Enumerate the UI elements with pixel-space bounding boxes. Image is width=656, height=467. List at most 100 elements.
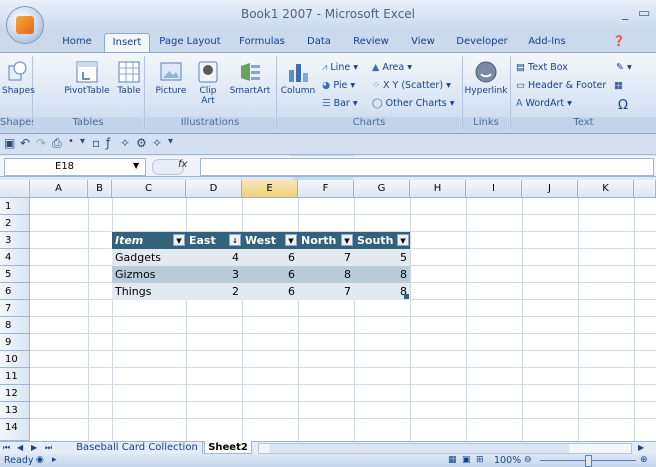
row-header-13[interactable]: 13 (0, 402, 30, 419)
smartart-button[interactable]: SmartArt (228, 60, 272, 96)
qat-fx-icon[interactable]: ƒ (106, 136, 110, 150)
tab-data[interactable]: Data (302, 36, 336, 52)
insert-function-icon[interactable]: fx (178, 159, 187, 170)
column-header-i[interactable]: I (466, 180, 522, 198)
row-header-12[interactable]: 12 (0, 385, 30, 402)
formula-input[interactable] (200, 158, 654, 176)
shapes-button[interactable]: Shapes (2, 60, 35, 96)
tab-add-ins[interactable]: Add-Ins (524, 36, 570, 52)
table-cell[interactable]: 6 (242, 266, 298, 283)
tab-insert[interactable]: Insert (104, 33, 150, 53)
table-header-item[interactable]: Item ▼ (112, 232, 186, 249)
column-chart-button[interactable]: Column (278, 60, 318, 96)
column-header-d[interactable]: D (186, 180, 242, 198)
column-header-c[interactable]: C (112, 180, 186, 198)
normal-view-icon[interactable]: ▦ (448, 455, 457, 465)
object-button[interactable]: ▦ (614, 80, 623, 91)
row-header-10[interactable]: 10 (0, 351, 30, 368)
symbol-button[interactable]: Ω (618, 98, 628, 113)
table-cell[interactable]: 4 (186, 249, 242, 266)
first-sheet-icon[interactable]: ⏮ (3, 441, 10, 454)
column-header-h[interactable]: H (410, 180, 466, 198)
row-header-14[interactable]: 14 (0, 419, 30, 441)
hyperlink-button[interactable]: Hyperlink (464, 60, 508, 96)
column-header-k[interactable]: K (578, 180, 634, 198)
pie-chart-button[interactable]: ◕ Pie ▾ (322, 80, 355, 91)
table-header-west[interactable]: West ▼ (242, 232, 298, 249)
sheet-tab-sheet2[interactable]: Sheet2 (204, 441, 252, 454)
table-cell[interactable]: 8 (298, 266, 354, 283)
bar-chart-button[interactable]: ☰ Bar ▾ (322, 98, 358, 109)
macro-record-icon[interactable]: ◉ (36, 455, 44, 465)
column-header-j[interactable]: J (522, 180, 578, 198)
office-button[interactable] (6, 6, 44, 44)
undo-icon[interactable]: ↶ (20, 136, 30, 150)
other-charts-button[interactable]: ◯ Other Charts ▾ (372, 98, 455, 109)
filter-dropdown-icon[interactable]: ▼ (397, 234, 409, 246)
row-header-1[interactable]: 1 (0, 198, 30, 215)
scatter-chart-button[interactable]: ⁘ X Y (Scatter) ▾ (372, 80, 451, 91)
qat-tool-icon-1[interactable]: ⎙ (52, 136, 62, 151)
table-cell[interactable]: 7 (298, 283, 354, 300)
redo-icon[interactable]: ↷ (36, 136, 46, 150)
scrollbar-thumb[interactable] (269, 444, 569, 453)
tab-review[interactable]: Review (350, 36, 392, 52)
column-header-f[interactable]: F (298, 180, 354, 198)
tab-page-layout[interactable]: Page Layout (158, 36, 222, 52)
next-sheet-icon[interactable]: ▶ (31, 441, 37, 454)
column-header-g[interactable]: G (354, 180, 410, 198)
tab-home[interactable]: Home (58, 36, 96, 52)
prev-sheet-icon[interactable]: ◀ (17, 441, 23, 454)
page-break-view-icon[interactable]: ⊞ (476, 455, 484, 465)
table-cell[interactable]: 3 (186, 266, 242, 283)
help-icon[interactable]: ❓ (612, 36, 626, 52)
tab-developer[interactable]: Developer (454, 36, 510, 52)
row-header-3[interactable]: 3 (0, 232, 30, 249)
restore-button[interactable]: ▭ (638, 6, 650, 21)
table-cell[interactable]: Gadgets (112, 249, 186, 266)
table-header-north[interactable]: North ▼ (298, 232, 354, 249)
qat-dropdown-icon[interactable]: ▾ (80, 136, 85, 147)
name-box[interactable]: E18 ▼ (4, 158, 146, 176)
zoom-slider-thumb[interactable] (585, 455, 592, 467)
tab-view[interactable]: View (406, 36, 440, 52)
minimize-button[interactable]: _ (622, 6, 629, 21)
qat-tool-icon-2[interactable]: ▫ (92, 136, 100, 150)
row-header-8[interactable]: 8 (0, 317, 30, 334)
table-cell[interactable]: 6 (242, 249, 298, 266)
row-header-4[interactable]: 4 (0, 249, 30, 266)
column-header-e[interactable]: E (242, 180, 298, 198)
qat-tool-icon-5[interactable]: ✧ (152, 136, 162, 150)
row-header-9[interactable]: 9 (0, 334, 30, 351)
line-chart-button[interactable]: ⩘ Line ▾ (322, 62, 358, 73)
textbox-button[interactable]: ▤ Text Box (516, 62, 568, 73)
sort-filter-dropdown-icon[interactable]: ↓ (229, 234, 241, 246)
row-header-7[interactable]: 7 (0, 300, 30, 317)
wordart-button[interactable]: A WordArt ▾ (516, 98, 572, 109)
row-header-11[interactable]: 11 (0, 368, 30, 385)
table-header-south[interactable]: South ▼ (354, 232, 410, 249)
save-icon[interactable]: ▣ (4, 136, 15, 150)
filter-dropdown-icon[interactable]: ▼ (173, 234, 185, 246)
table-cell[interactable]: 6 (242, 283, 298, 300)
table-header-east[interactable]: East ↓ (186, 232, 242, 249)
last-sheet-icon[interactable]: ⏭ (45, 441, 52, 454)
table-cell[interactable]: 8 (354, 266, 410, 283)
scroll-right-icon[interactable]: ▶ (638, 441, 644, 454)
table-cell[interactable]: 8 (354, 283, 410, 300)
picture-button[interactable]: Picture (154, 60, 188, 96)
clipart-button[interactable]: Clip Art (194, 60, 222, 106)
zoom-level[interactable]: 100% (494, 455, 521, 466)
column-header-b[interactable]: B (88, 180, 112, 198)
zoom-out-icon[interactable]: ⊖ (524, 455, 532, 465)
signature-line-button[interactable]: ✎ ▾ (616, 62, 632, 73)
table-button[interactable]: Table (114, 60, 144, 96)
header-footer-button[interactable]: ▭ Header & Footer (516, 80, 606, 91)
tab-formulas[interactable]: Formulas (236, 36, 288, 52)
page-layout-view-icon[interactable]: ▣ (462, 455, 471, 465)
qat-tool-icon-3[interactable]: ✧ (120, 136, 130, 150)
area-chart-button[interactable]: ▲ Area ▾ (372, 62, 412, 73)
table-cell[interactable]: 7 (298, 249, 354, 266)
select-all-corner[interactable] (0, 180, 30, 198)
zoom-in-icon[interactable]: ⊕ (640, 455, 648, 465)
